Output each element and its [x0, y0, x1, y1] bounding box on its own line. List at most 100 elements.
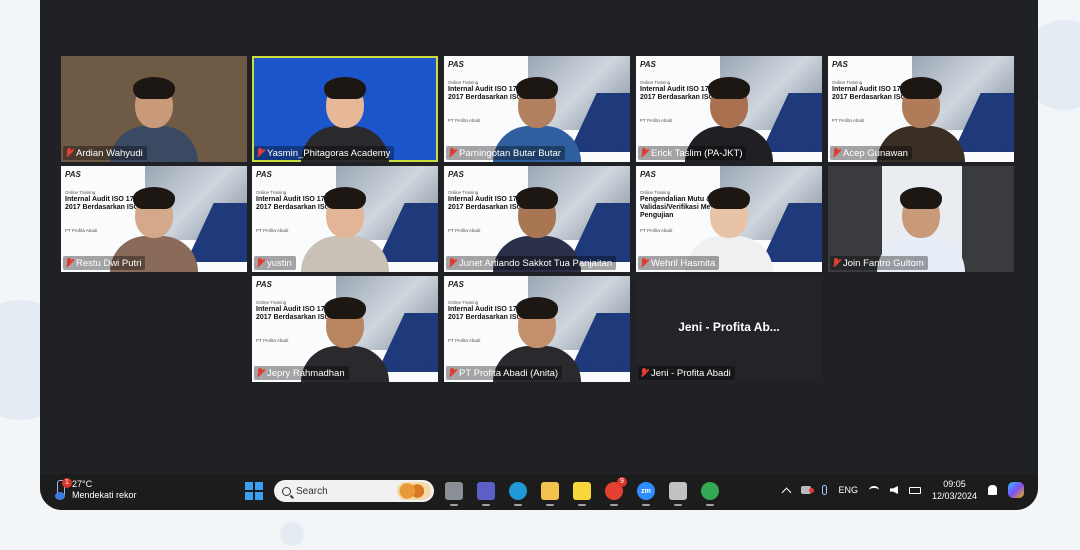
participant-name: yustin: [267, 257, 292, 269]
copilot-icon[interactable]: [1008, 482, 1024, 498]
slide-org: PT Profita Abadi: [640, 228, 673, 233]
sticky-notes-icon: [573, 482, 591, 500]
weather-widget[interactable]: 1 27°C Mendekati rekor: [54, 478, 137, 501]
notification-bell-icon[interactable]: [988, 485, 997, 495]
participant-name: Erick Taslim (PA-JKT): [651, 147, 743, 159]
battery-icon[interactable]: [908, 486, 921, 494]
participant-name-label: Restu Dwi Putri: [63, 256, 146, 270]
slide-caption: Online Training: [640, 80, 671, 85]
participant-tile[interactable]: PAS Online Training Internal Audit ISO 170…: [636, 56, 822, 162]
participant-name: Yasmin_Phitagoras Academy: [267, 147, 391, 159]
participant-tile[interactable]: Jeni - Profita Ab... Jeni - Profita Abadi: [636, 276, 822, 382]
slide-org: PT Profita Abadi: [448, 228, 481, 233]
slide-logo: PAS: [65, 170, 81, 179]
participant-name-label: Acep Gunawan: [830, 146, 912, 160]
file-explorer-icon: [541, 482, 559, 500]
slide-website: www.phitagoras.co.id: [195, 254, 243, 260]
system-tray: ENG 09:05 12/03/2024: [781, 478, 1024, 502]
camera-privacy-icon[interactable]: [801, 486, 815, 494]
participant-tile[interactable]: PAS Online Training Internal Audit ISO 170…: [61, 166, 247, 272]
chevron-up-icon[interactable]: [781, 487, 792, 497]
running-indicator: [450, 504, 458, 506]
search-icon: [282, 486, 291, 496]
slide-website: www.phitagoras.co.id: [770, 254, 818, 260]
search-highlight-image: [397, 482, 431, 500]
windows-logo-icon: [245, 482, 263, 500]
slide-caption: Online Training: [448, 190, 479, 195]
edge-icon: [509, 482, 527, 500]
language-indicator[interactable]: ENG: [838, 485, 858, 495]
slide-website: www.phitagoras.co.id: [578, 144, 626, 150]
participant-tile[interactable]: Join Fantro Gultom: [828, 166, 1014, 272]
teams-icon: [477, 482, 495, 500]
participant-tile[interactable]: Yasmin_Phitagoras Academy: [252, 56, 438, 162]
slide-website: www.phitagoras.co.id: [578, 364, 626, 370]
participant-tile[interactable]: PAS Online Training Internal Audit ISO 170…: [252, 276, 438, 382]
edge-taskbar-button[interactable]: [506, 479, 530, 506]
clock-time: 09:05: [943, 479, 966, 489]
slide-logo: PAS: [448, 60, 464, 69]
participant-name: Join Fantro Gultom: [843, 257, 924, 269]
mic-muted-icon: [448, 368, 456, 378]
media-player-icon: [669, 482, 687, 500]
microphone-icon[interactable]: [822, 485, 828, 495]
participant-name-label: yustin: [254, 256, 296, 270]
slide-website: www.phitagoras.co.id: [770, 144, 818, 150]
slide-caption: Online Training: [448, 300, 479, 305]
mic-muted-icon: [256, 148, 264, 158]
slide-logo: PAS: [448, 170, 464, 179]
slide-website: www.phitagoras.co.id: [386, 254, 434, 260]
clock[interactable]: 09:05 12/03/2024: [932, 478, 977, 502]
slide-caption: Online Training: [448, 80, 479, 85]
volume-icon[interactable]: [889, 486, 898, 494]
chrome-taskbar-button[interactable]: 9: [602, 477, 627, 506]
slide-org: PT Profita Abadi: [256, 228, 289, 233]
participant-name: Ardian Wahyudi: [76, 147, 143, 159]
participant-name: Acep Gunawan: [843, 147, 908, 159]
participant-name-label: Parningotan Butar Butar: [446, 146, 565, 160]
start-button[interactable]: [242, 479, 266, 503]
slide-logo: PAS: [256, 280, 272, 289]
slide-caption: Online Training: [256, 300, 287, 305]
slide-logo: PAS: [448, 280, 464, 289]
slide-logo: PAS: [640, 170, 656, 179]
mic-muted-icon: [448, 258, 456, 268]
slide-org: PT Profita Abadi: [640, 118, 673, 123]
slide-logo: PAS: [640, 60, 656, 69]
media-player-taskbar-button[interactable]: [666, 479, 690, 506]
taskbar-search[interactable]: Search: [274, 480, 434, 502]
participant-tile[interactable]: PAS Online Training Pengendalian Mutu & Va…: [636, 166, 822, 272]
mic-muted-icon: [256, 258, 264, 268]
slide-website: www.phitagoras.co.id: [386, 364, 434, 370]
participant-tile[interactable]: PAS Online Training Internal Audit ISO 170…: [828, 56, 1014, 162]
weather-temp: 27°C: [72, 479, 93, 489]
file-explorer-taskbar-button[interactable]: [538, 479, 562, 506]
running-indicator: [706, 504, 714, 506]
participant-name: Parningotan Butar Butar: [459, 147, 561, 159]
running-indicator: [674, 504, 682, 506]
chrome-profile-icon: [701, 482, 719, 500]
slide-website: www.phitagoras.co.id: [962, 144, 1010, 150]
participant-tile[interactable]: Ardian Wahyudi: [61, 56, 247, 162]
participant-tile[interactable]: PAS Online Training Internal Audit ISO 170…: [444, 276, 630, 382]
zoom-taskbar-button[interactable]: zm: [634, 479, 658, 506]
teams-taskbar-button[interactable]: [474, 479, 498, 506]
participant-tile[interactable]: PAS Online Training Internal Audit ISO 170…: [252, 166, 438, 272]
mic-muted-icon: [65, 258, 73, 268]
wifi-icon[interactable]: [868, 486, 879, 494]
windows-taskbar: 1 27°C Mendekati rekor Search 9 zm ENG 0…: [40, 474, 1038, 510]
chrome-profile-taskbar-button[interactable]: [698, 479, 722, 506]
slide-org: PT Profita Abadi: [65, 228, 98, 233]
participant-tile[interactable]: PAS Online Training Internal Audit ISO 170…: [444, 166, 630, 272]
slide-caption: Online Training: [640, 190, 671, 195]
running-indicator: [514, 504, 522, 506]
thermometer-icon: 1: [54, 478, 72, 500]
task-view-taskbar-button[interactable]: [442, 479, 466, 506]
zoom-meeting-window: Ardian Wahyudi Yasmin_Phitagoras Academy P…: [40, 0, 1038, 510]
sticky-notes-taskbar-button[interactable]: [570, 479, 594, 506]
slide-org: PT Profita Abadi: [256, 338, 289, 343]
participant-display-name: Jeni - Profita Ab...: [678, 320, 780, 334]
mic-muted-icon: [832, 258, 840, 268]
mic-muted-icon: [640, 148, 648, 158]
participant-tile[interactable]: PAS Online Training Internal Audit ISO 170…: [444, 56, 630, 162]
